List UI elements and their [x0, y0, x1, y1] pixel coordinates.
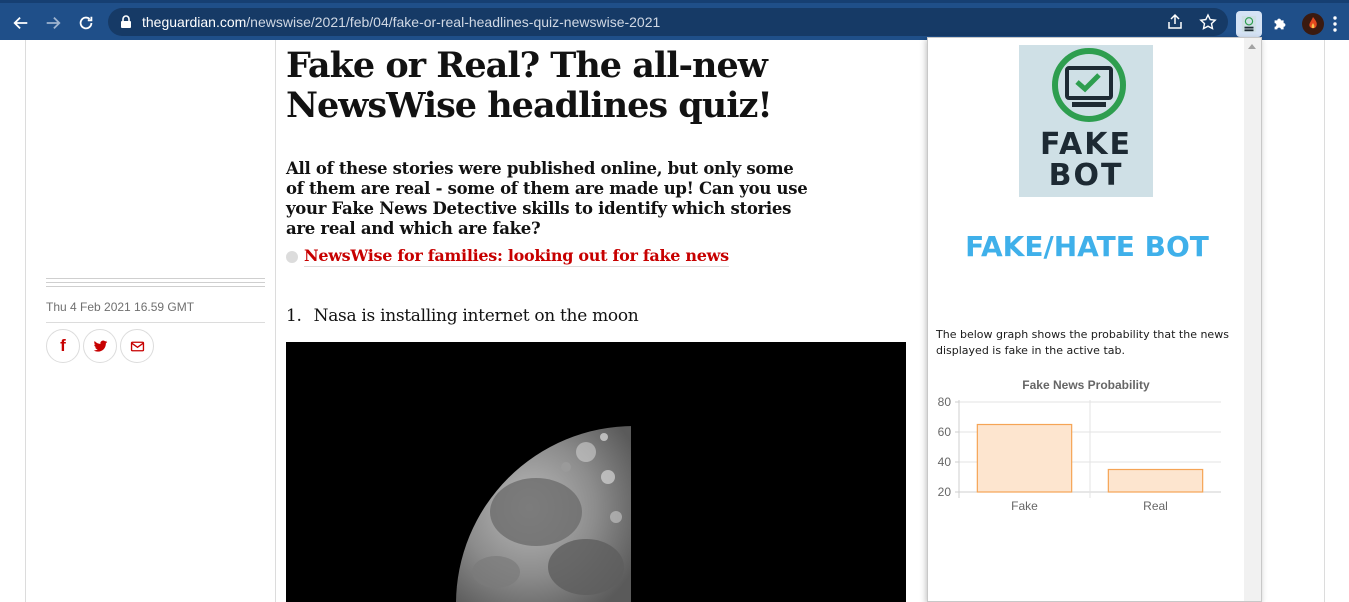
logo-line-2: BOT — [1048, 158, 1124, 193]
related-link-text[interactable]: NewsWise for families: looking out for f… — [304, 246, 729, 267]
chart-ytick-label: 40 — [938, 455, 952, 469]
url-host: theguardian.com — [142, 14, 247, 30]
meta-divider — [46, 322, 265, 323]
lock-icon[interactable] — [120, 15, 132, 29]
kebab-menu-icon[interactable] — [1327, 11, 1343, 37]
twitter-icon — [93, 340, 107, 352]
extension-title: FAKE/HATE BOT — [965, 230, 1209, 263]
twitter-share-button[interactable] — [83, 329, 117, 363]
column-divider — [25, 40, 26, 602]
moon-photo — [286, 342, 906, 602]
chart-title: Fake News Probability — [1022, 378, 1150, 392]
chart-bar-fake — [976, 423, 1073, 493]
quiz-item: 1. Nasa is installing internet on the moo… — [286, 306, 639, 326]
facebook-share-button[interactable]: f — [46, 329, 80, 363]
meta-divider-lines — [46, 278, 265, 290]
article-dateline: Thu 4 Feb 2021 16.59 GMT — [46, 300, 195, 314]
back-arrow-icon[interactable] — [10, 13, 32, 33]
article-standfirst: All of these stories were published onli… — [286, 159, 808, 238]
fakebot-extension-popup: FAKE BOT FAKE/HATE BOT The below graph s… — [927, 37, 1262, 602]
browser-toolbar: theguardian.com/newswise/2021/feb/04/fak… — [0, 0, 1349, 40]
popup-scrollbar[interactable] — [1244, 38, 1261, 601]
profile-avatar-icon[interactable] — [1300, 11, 1326, 37]
chart-bar-real — [1107, 468, 1204, 493]
extension-description: The below graph shows the probability th… — [936, 328, 1229, 357]
chart-xtick-label: Fake — [1011, 499, 1038, 513]
email-share-button[interactable] — [120, 329, 154, 363]
forward-arrow-icon[interactable] — [42, 13, 64, 33]
column-divider — [275, 40, 276, 602]
chart-ytick-label: 20 — [938, 485, 952, 499]
column-divider — [1324, 40, 1325, 602]
fakebot-extension-icon[interactable] — [1236, 11, 1262, 37]
address-bar[interactable]: theguardian.com/newswise/2021/feb/04/fak… — [108, 8, 1228, 36]
scroll-up-arrow-icon[interactable] — [1248, 44, 1256, 49]
email-icon — [130, 341, 144, 351]
url-text[interactable]: theguardian.com/newswise/2021/feb/04/fak… — [142, 14, 660, 30]
quiz-item-text: Nasa is installing internet on the moon — [313, 306, 639, 326]
bookmark-star-icon[interactable] — [1199, 13, 1217, 31]
facebook-icon: f — [60, 336, 66, 355]
related-link[interactable]: NewsWise for families: looking out for f… — [286, 246, 729, 267]
fakebot-logo: FAKE BOT — [1019, 45, 1153, 197]
chart-ytick-label: 80 — [938, 395, 952, 409]
quiz-item-number: 1. — [286, 306, 302, 326]
fake-probability-chart: Fake News Probability 80 60 40 20 Fake Real — [938, 378, 1221, 513]
chart-xtick-label: Real — [1143, 499, 1168, 513]
monitor-check-icon — [1052, 48, 1126, 122]
bullet-dot-icon — [286, 250, 298, 263]
reload-icon[interactable] — [75, 13, 97, 33]
logo-line-1: FAKE — [1039, 127, 1132, 162]
url-path: /newswise/2021/feb/04/fake-or-real-headl… — [246, 14, 661, 30]
chart-ytick-label: 60 — [938, 425, 952, 439]
share-page-icon[interactable] — [1166, 13, 1184, 31]
extensions-puzzle-icon[interactable] — [1267, 11, 1293, 37]
article-headline: Fake or Real? The all-new NewsWise headl… — [286, 45, 773, 126]
